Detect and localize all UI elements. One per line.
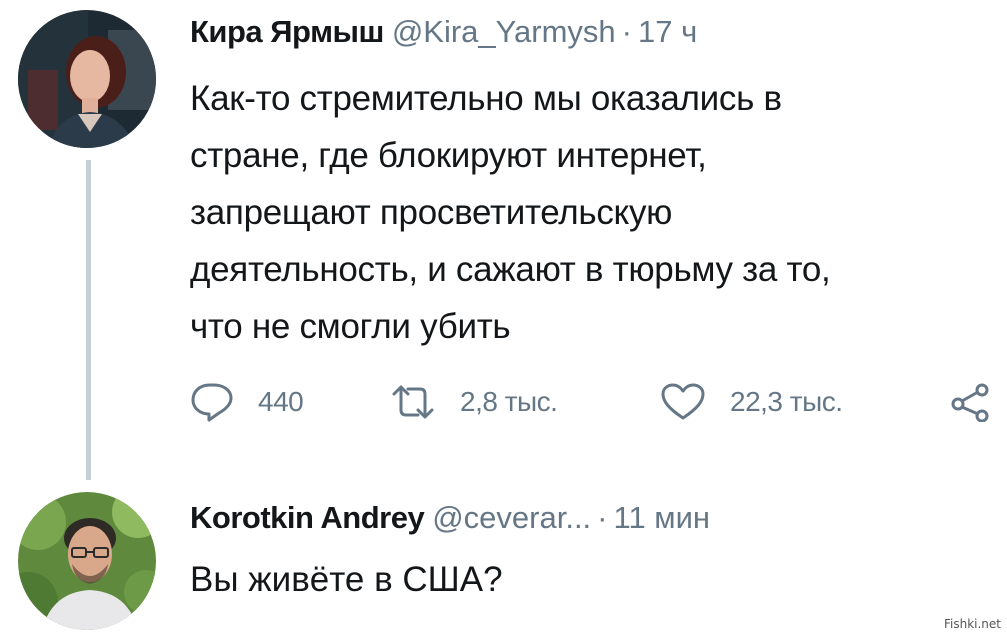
reply-text: Вы живёте в США? <box>190 560 503 599</box>
retweet-button[interactable]: 2,8 тыс. <box>390 374 558 430</box>
tweet-text-line: Как-то стремительно мы оказались в <box>190 79 782 118</box>
avatar[interactable] <box>18 10 156 148</box>
tweet-text-line: стране, где блокируют интернет, <box>190 136 707 175</box>
share-button[interactable] <box>948 374 992 430</box>
retweet-icon <box>390 382 436 422</box>
reply-icon <box>190 382 234 422</box>
reply-count: 440 <box>258 386 304 417</box>
like-count: 22,3 тыс. <box>730 386 843 417</box>
tweet-text-line: деятельность, и сажают в тюрьму за то, <box>190 250 831 289</box>
share-icon <box>948 382 992 422</box>
tweet-header: Кира Ярмыш @Kira_Yarmysh · 17 ч <box>190 12 697 52</box>
separator-dot: · <box>621 14 632 49</box>
reply-timestamp[interactable]: 11 мин <box>614 500 711 535</box>
like-button[interactable]: 22,3 тыс. <box>660 374 843 430</box>
retweet-count: 2,8 тыс. <box>460 386 558 417</box>
avatar[interactable] <box>18 492 156 630</box>
separator-dot: · <box>597 500 608 535</box>
tweet-text-line: что не смогли убить <box>190 307 511 346</box>
tweet-timestamp[interactable]: 17 ч <box>638 14 697 49</box>
tweet-actions: 440 2,8 тыс. 22,3 тыс. <box>190 374 1000 430</box>
heart-icon <box>660 382 706 422</box>
tweet-text: Как-то стремительно мы оказались в стран… <box>190 70 990 355</box>
author-name[interactable]: Кира Ярмыш <box>190 14 384 49</box>
author-name[interactable]: Korotkin Andrey <box>190 500 425 535</box>
author-handle[interactable]: @Kira_Yarmysh <box>392 14 616 49</box>
tweet-text-line: запрещают просветительскую <box>190 193 673 232</box>
reply-header: Korotkin Andrey @ceverar... · 11 мин <box>190 498 710 538</box>
thread-connector-line <box>86 160 91 480</box>
author-handle[interactable]: @ceverar... <box>432 500 591 535</box>
reply-button[interactable]: 440 <box>190 374 304 430</box>
watermark: Fishki.net <box>943 617 1001 631</box>
